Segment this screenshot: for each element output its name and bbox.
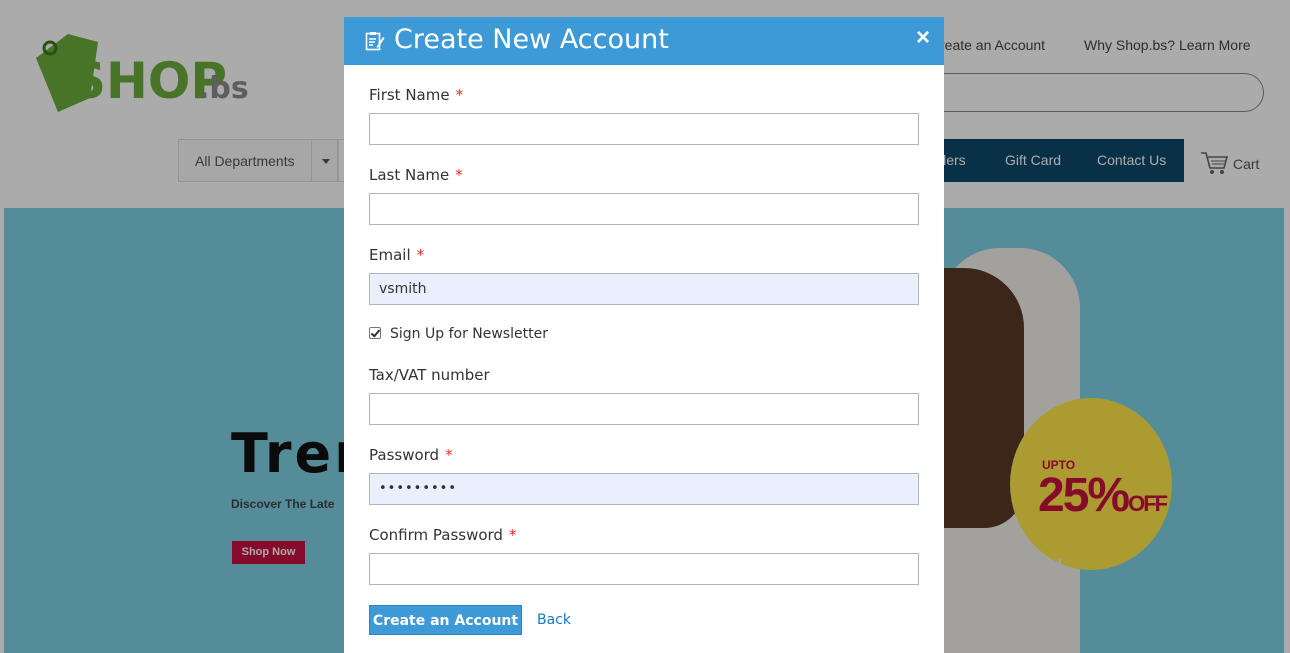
- newsletter-label[interactable]: Sign Up for Newsletter: [390, 326, 548, 342]
- confirm-password-label: Confirm Password *: [369, 526, 517, 544]
- first-name-input[interactable]: [369, 113, 919, 145]
- tax-vat-label: Tax/VAT number: [369, 366, 490, 384]
- edit-note-icon: [365, 32, 385, 51]
- create-account-button[interactable]: Create an Account: [369, 605, 522, 635]
- password-input[interactable]: •••••••••: [369, 473, 919, 505]
- back-link[interactable]: Back: [537, 612, 571, 628]
- required-mark: *: [445, 446, 453, 464]
- tax-vat-input[interactable]: [369, 393, 919, 425]
- last-name-label: Last Name *: [369, 166, 463, 184]
- password-label: Password *: [369, 446, 453, 464]
- required-mark: *: [508, 526, 517, 544]
- create-account-modal: Create New Account × First Name * Last Na…: [344, 17, 944, 653]
- last-name-input[interactable]: [369, 193, 919, 225]
- close-icon[interactable]: ×: [910, 24, 936, 52]
- email-label: Email *: [369, 246, 425, 264]
- modal-header: Create New Account ×: [344, 17, 944, 65]
- required-mark: *: [416, 246, 425, 264]
- first-name-label: First Name *: [369, 86, 464, 104]
- modal-title: Create New Account: [394, 24, 669, 55]
- newsletter-checkbox[interactable]: [369, 327, 381, 339]
- email-input[interactable]: vsmith: [369, 273, 919, 305]
- required-mark: *: [455, 166, 463, 184]
- confirm-password-input[interactable]: [369, 553, 919, 585]
- required-mark: *: [455, 86, 464, 104]
